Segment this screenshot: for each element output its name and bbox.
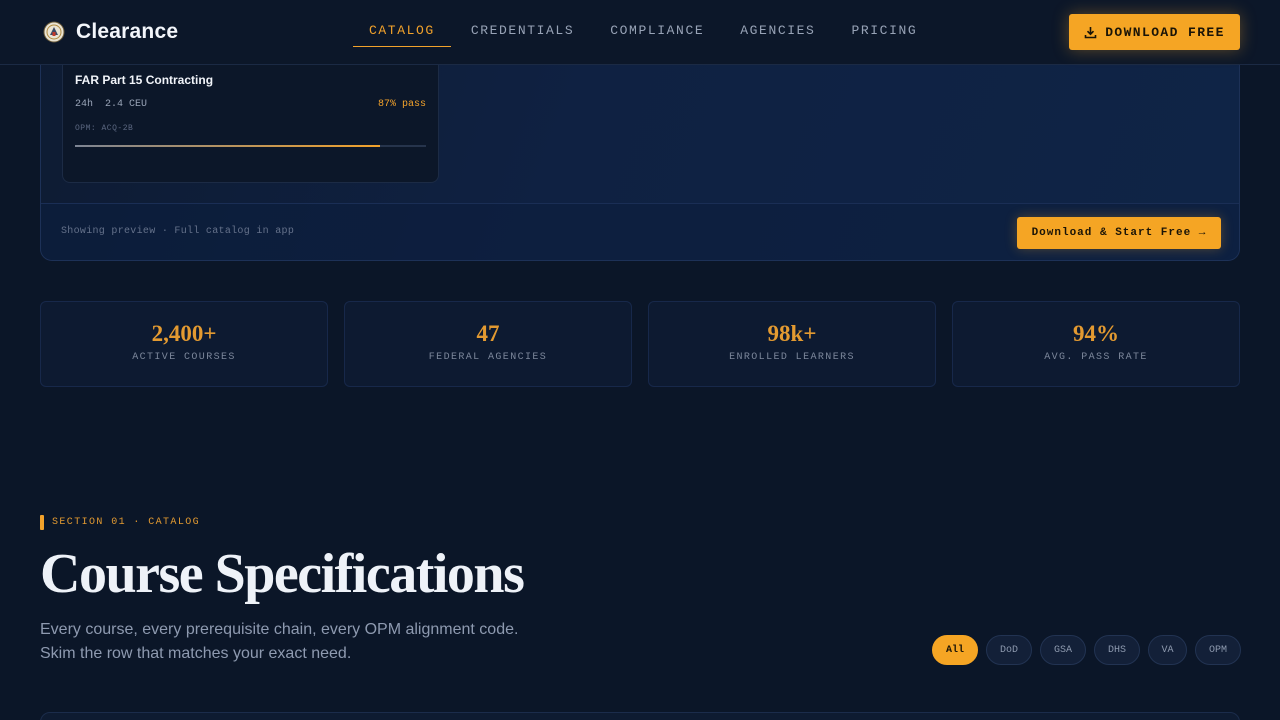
agency-filter-chips: All DoD GSA DHS VA OPM bbox=[932, 635, 1241, 665]
filter-chip-all[interactable]: All bbox=[932, 635, 978, 665]
download-start-free-button[interactable]: Download & Start Free → bbox=[1017, 217, 1221, 249]
brand-name: Clearance bbox=[76, 20, 179, 43]
stats-row: 2,400+ ACTIVE COURSES 47 FEDERAL AGENCIE… bbox=[40, 301, 1240, 387]
course-progress-track bbox=[75, 145, 426, 147]
nav-link-agencies[interactable]: AGENCIES bbox=[724, 14, 831, 47]
stat-label: ENROLLED LEARNERS bbox=[729, 352, 855, 363]
stat-value: 98k+ bbox=[767, 321, 817, 346]
section-subtitle-line: Skim the row that matches your exact nee… bbox=[40, 645, 352, 662]
section-accent-bar bbox=[40, 515, 44, 530]
stat-value: 2,400+ bbox=[151, 321, 217, 346]
nav-links: CATALOG CREDENTIALS COMPLIANCE AGENCIES … bbox=[353, 14, 937, 47]
page-title: Course Specifications bbox=[40, 543, 525, 605]
stat-card: 94% AVG. PASS RATE bbox=[952, 301, 1240, 387]
course-opm-code: OPM: ACQ-2B bbox=[75, 124, 134, 133]
download-icon bbox=[1084, 26, 1097, 38]
course-pass-rate: 87% pass bbox=[377, 99, 426, 110]
stat-label: FEDERAL AGENCIES bbox=[428, 352, 548, 363]
download-free-label: DOWNLOAD FREE bbox=[1105, 24, 1225, 40]
section-tag-text: SECTION 01 · CATALOG bbox=[52, 517, 201, 528]
stat-label: ACTIVE COURSES bbox=[132, 352, 236, 363]
section-tag: SECTION 01 · CATALOG bbox=[40, 515, 200, 530]
nav-link-pricing[interactable]: PRICING bbox=[835, 14, 933, 47]
filter-chip-opm[interactable]: OPM bbox=[1195, 635, 1241, 665]
stat-card: 2,400+ ACTIVE COURSES bbox=[40, 301, 328, 387]
download-free-button[interactable]: DOWNLOAD FREE bbox=[1069, 14, 1240, 50]
filter-chip-va[interactable]: VA bbox=[1148, 635, 1187, 665]
filter-chip-dhs[interactable]: DHS bbox=[1094, 635, 1140, 665]
course-spec-table-panel bbox=[40, 712, 1240, 720]
top-nav: Clearance CATALOG CREDENTIALS COMPLIANCE… bbox=[0, 0, 1280, 65]
nav-link-credentials[interactable]: CREDENTIALS bbox=[455, 14, 590, 47]
stat-value: 47 bbox=[476, 321, 500, 346]
nav-link-compliance[interactable]: COMPLIANCE bbox=[594, 14, 720, 47]
course-progress-fill bbox=[75, 145, 381, 147]
stat-card: 47 FEDERAL AGENCIES bbox=[344, 301, 632, 387]
brand[interactable]: Clearance bbox=[42, 20, 178, 44]
seal-logo-icon bbox=[43, 21, 65, 43]
stat-card: 98k+ ENROLLED LEARNERS bbox=[648, 301, 936, 387]
nav-link-catalog[interactable]: CATALOG bbox=[353, 14, 451, 47]
filter-chip-gsa[interactable]: GSA bbox=[1040, 635, 1086, 665]
stat-label: AVG. PASS RATE bbox=[1044, 352, 1148, 363]
section-subtitle-line: Every course, every prerequisite chain, … bbox=[40, 621, 519, 638]
course-meta: 24h 2.4 CEU bbox=[75, 99, 148, 110]
filter-chip-dod[interactable]: DoD bbox=[986, 635, 1032, 665]
preview-note: Showing preview · Full catalog in app bbox=[61, 226, 295, 237]
stat-value: 94% bbox=[1073, 321, 1119, 346]
course-title: FAR Part 15 Contracting bbox=[75, 73, 214, 87]
section-subtitle: Every course, every prerequisite chain, … bbox=[40, 618, 600, 666]
preview-footer: Showing preview · Full catalog in app Do… bbox=[41, 203, 1239, 260]
